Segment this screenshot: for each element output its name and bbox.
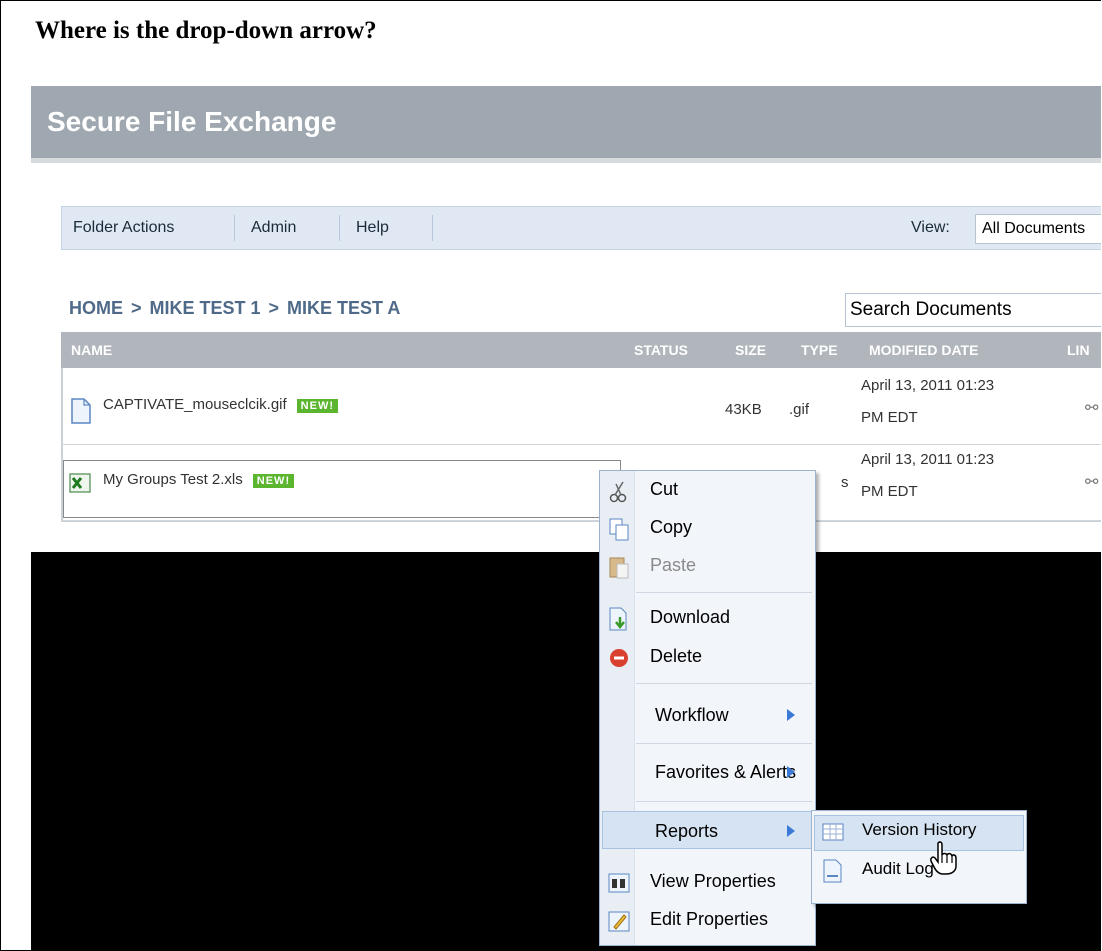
- menu-separator: [636, 683, 812, 684]
- menu-separator: [636, 743, 812, 744]
- search-input[interactable]: Search Documents: [845, 293, 1101, 327]
- menu-bar: Folder Actions Admin Help View: All Docu…: [61, 206, 1101, 250]
- menu-separator: [432, 215, 433, 241]
- column-size[interactable]: SIZE: [735, 342, 766, 358]
- file-size: 43KB: [725, 401, 762, 418]
- breadcrumb-home[interactable]: HOME: [69, 298, 123, 318]
- modified-date: April 13, 2011 01:23 PM EDT: [861, 377, 995, 426]
- app-screenshot: Secure File Exchange Folder Actions Admi…: [31, 86, 1101, 950]
- modified-date: April 13, 2011 01:23 PM EDT: [861, 451, 995, 500]
- view-label: View:: [911, 219, 950, 236]
- link-icon[interactable]: ⚯: [1085, 472, 1098, 492]
- question-text: Where is the drop-down arrow?: [35, 17, 377, 44]
- table-row[interactable]: CAPTIVATE_mouseclcik.gif NEW! 43KB .gif A…: [61, 368, 1101, 445]
- download-icon: [609, 607, 627, 631]
- tutorial-frame: Where is the drop-down arrow? Secure Fil…: [0, 0, 1101, 951]
- breadcrumb-separator: >: [268, 298, 280, 318]
- table-header: NAME STATUS SIZE TYPE MODIFIED DATE LIN: [61, 332, 1101, 368]
- menu-item-reports[interactable]: Reports: [600, 821, 815, 847]
- menu-separator: [636, 801, 812, 802]
- menu-separator: [339, 215, 340, 241]
- app-header: Secure File Exchange: [31, 86, 1101, 163]
- menu-folder-actions[interactable]: Folder Actions: [73, 219, 174, 237]
- context-menu: Cut Copy Paste Download Delete Workflow …: [599, 470, 816, 946]
- file-type: s: [841, 474, 849, 491]
- menu-item-copy[interactable]: Copy: [600, 517, 815, 543]
- file-type: .gif: [789, 401, 810, 418]
- edit-icon: [608, 911, 630, 932]
- scissors-icon: [609, 481, 627, 503]
- column-type[interactable]: TYPE: [801, 342, 838, 358]
- menu-item-favorites-alerts[interactable]: Favorites & Alerts: [600, 762, 815, 788]
- column-link[interactable]: LIN: [1067, 342, 1090, 358]
- copy-icon: [609, 518, 629, 541]
- menu-item-delete[interactable]: Delete: [600, 646, 815, 672]
- menu-item-edit-properties[interactable]: Edit Properties: [600, 909, 815, 935]
- menu-item-audit-log[interactable]: Audit Log: [812, 859, 1026, 885]
- delete-icon: [610, 649, 628, 667]
- menu-item-cut[interactable]: Cut: [600, 479, 815, 505]
- reports-submenu: Version History Audit Log: [811, 810, 1027, 904]
- column-modified-date[interactable]: MODIFIED DATE: [869, 342, 978, 358]
- menu-admin[interactable]: Admin: [251, 219, 296, 237]
- view-select[interactable]: All Documents: [975, 214, 1101, 244]
- breadcrumb-mike-test-1[interactable]: MIKE TEST 1: [150, 298, 261, 318]
- menu-item-workflow[interactable]: Workflow: [600, 705, 815, 731]
- submenu-arrow-icon: [787, 709, 795, 721]
- column-status[interactable]: STATUS: [634, 342, 688, 358]
- submenu-arrow-icon: [787, 825, 795, 837]
- menu-item-paste[interactable]: Paste: [600, 555, 815, 581]
- selected-row-outline: [63, 460, 621, 518]
- link-icon[interactable]: ⚯: [1085, 398, 1098, 418]
- breadcrumb-mike-test-a[interactable]: MIKE TEST A: [287, 298, 400, 318]
- breadcrumb-separator: >: [131, 298, 142, 318]
- new-badge: NEW!: [296, 399, 338, 413]
- hand-cursor-icon: [930, 841, 957, 875]
- submenu-arrow-icon: [787, 766, 795, 778]
- table-icon: [822, 823, 844, 841]
- file-name[interactable]: CAPTIVATE_mouseclcik.gif NEW!: [103, 396, 338, 413]
- column-name[interactable]: NAME: [71, 342, 112, 358]
- menu-separator: [636, 592, 812, 593]
- breadcrumb: HOME > MIKE TEST 1 > MIKE TEST A: [69, 298, 408, 319]
- document-icon: [71, 398, 91, 424]
- menu-item-view-properties[interactable]: View Properties: [600, 871, 815, 897]
- menu-item-version-history[interactable]: Version History: [812, 820, 1026, 846]
- log-icon: [823, 859, 842, 883]
- paste-icon: [609, 557, 629, 579]
- menu-help[interactable]: Help: [356, 219, 389, 237]
- menu-item-download[interactable]: Download: [600, 607, 815, 633]
- menu-separator: [234, 215, 235, 241]
- binoculars-icon: [608, 873, 630, 893]
- app-title: Secure File Exchange: [47, 106, 337, 137]
